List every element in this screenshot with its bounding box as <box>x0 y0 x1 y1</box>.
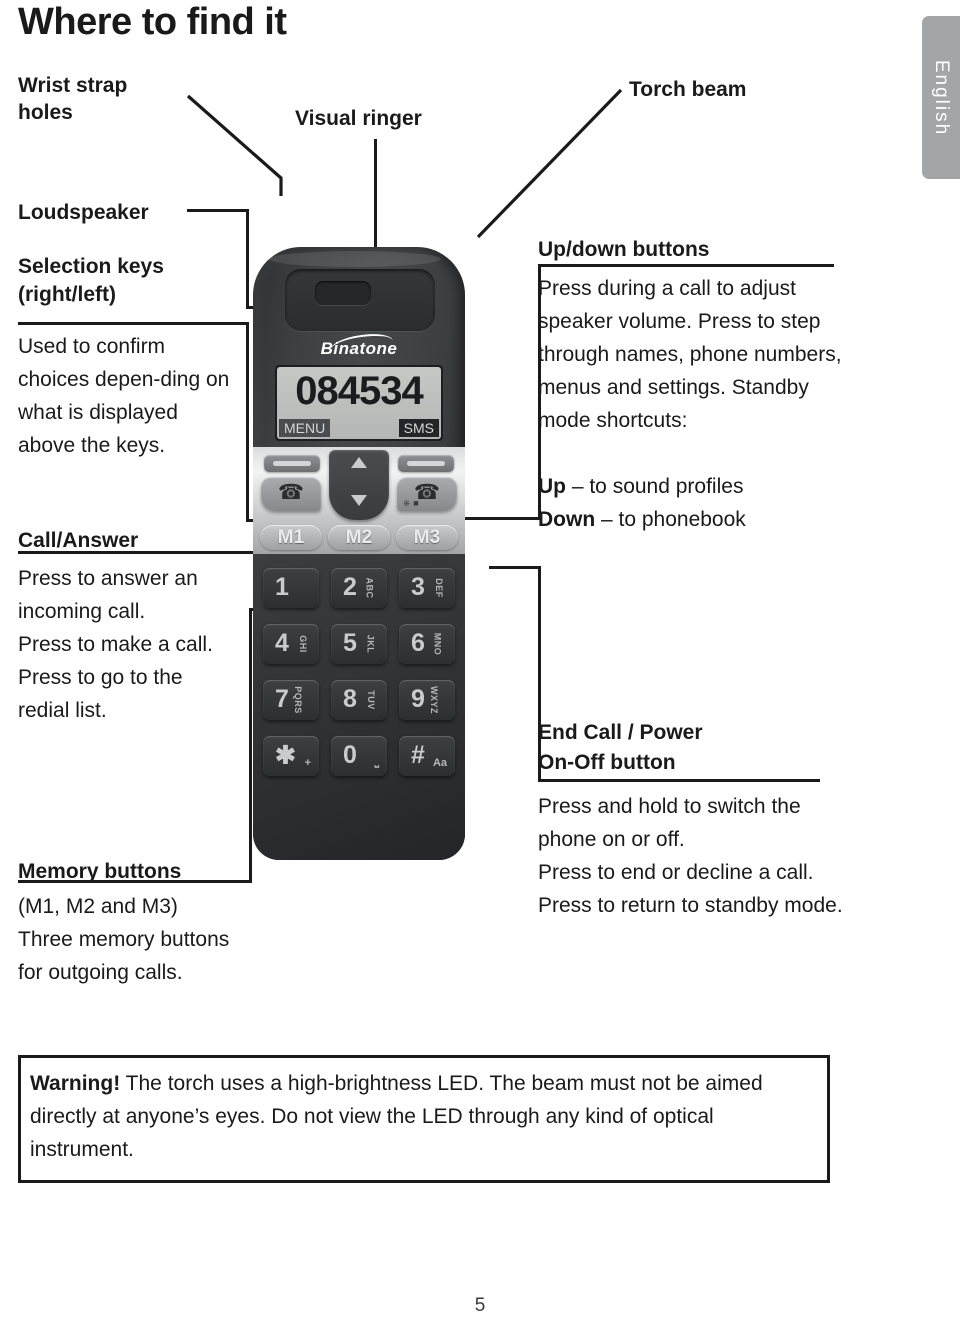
key-7: 7 PQRS <box>263 680 319 720</box>
memory-key-m1: M1 <box>260 525 322 550</box>
leader-line-loudspeaker-h <box>187 209 249 212</box>
key-1: 1 <box>263 568 319 608</box>
callout-endcall-title: End Call / Power On-Off button <box>538 721 703 774</box>
callout-updown-down: Down – to phonebook <box>538 503 746 536</box>
handset-icon: ☎ <box>277 481 305 505</box>
key-4: 4 GHI <box>263 624 319 664</box>
callout-updown-title: Up/down buttons <box>538 238 710 261</box>
right-selection-key <box>398 455 454 472</box>
updown-up-label: Up <box>538 475 566 498</box>
callout-selection-keys-body: Used to confirm choices depen-ding on wh… <box>18 335 230 457</box>
leader-line-endcall-h <box>489 566 541 569</box>
warning-text: Warning! The torch uses a high-brightnes… <box>30 1067 820 1166</box>
memory-key-m3: M3 <box>396 525 458 550</box>
memory-buttons-rule <box>200 880 252 883</box>
phone-illustration: Binatone 084534 MENU SMS ☎ ☎ ⎈■ M1 M2 M3… <box>253 247 465 860</box>
memory-key-m2: M2 <box>328 525 390 550</box>
callout-call-answer-body: Press to answer an incoming call. Press … <box>18 567 213 722</box>
key-0: 0 ⎵ <box>331 736 387 776</box>
key-hash: # Aa <box>399 736 455 776</box>
selection-keys-rule <box>18 322 248 325</box>
leader-line-selection-keys-v <box>246 322 249 522</box>
leader-line-loudspeaker-v <box>246 209 249 309</box>
key-5: 5 JKL <box>331 624 387 664</box>
left-selection-key <box>264 455 320 472</box>
updown-rule <box>538 264 834 267</box>
earpiece-slot <box>315 281 371 305</box>
leader-line-memory-v <box>249 608 252 882</box>
call-answer-key: ☎ <box>261 477 321 511</box>
callout-updown-body: Press during a call to adjust speaker vo… <box>538 277 842 432</box>
key-9: 9 WXYZ <box>399 680 455 720</box>
end-call-power-key: ☎ ⎈■ <box>397 477 457 511</box>
phone-top-highlight <box>269 251 441 267</box>
leader-line-updown-h <box>462 517 541 520</box>
screen-softkey-right-label: SMS <box>398 419 439 437</box>
memory-buttons-underline <box>18 880 202 883</box>
leader-line-endcall-v <box>538 566 541 781</box>
endcall-rule <box>538 779 820 782</box>
brand-logo: Binatone <box>253 339 465 359</box>
screen-softkey-left-label: MENU <box>279 419 331 437</box>
callout-loudspeaker: Loudspeaker <box>18 201 149 224</box>
key-3: 3 DEF <box>399 568 455 608</box>
warning-lead: Warning! <box>30 1072 121 1095</box>
callout-endcall-body: Press and hold to switch the phone on or… <box>538 795 843 917</box>
callout-memory-buttons-body: (M1, M2 and M3) Three memory buttons for… <box>18 895 230 984</box>
nav-down-arrow-icon <box>351 495 367 506</box>
key-2: 2 ABC <box>331 568 387 608</box>
phone-screen: 084534 MENU SMS <box>277 367 441 439</box>
callout-call-answer-title: Call/Answer <box>18 529 139 552</box>
updown-up-desc: – to sound profiles <box>566 475 744 498</box>
manual-page: Where to find it English Wrist strap hol… <box>0 0 960 1328</box>
warning-body: The torch uses a high-brightness LED. Th… <box>30 1072 763 1161</box>
nav-up-arrow-icon <box>351 457 367 468</box>
page-number: 5 <box>474 1295 486 1316</box>
power-symbol-icon: ⎈■ <box>403 498 422 508</box>
callout-updown-up: Up – to sound profiles <box>538 470 743 503</box>
callout-selection-keys-title: Selection keys (right/left) <box>18 255 164 306</box>
key-8: 8 TUV <box>331 680 387 720</box>
updown-down-desc: – to phonebook <box>595 508 746 531</box>
key-star: ✱ + <box>263 736 319 776</box>
number-keypad: 1 2 ABC 3 DEF 4 GHI 5 JKL 6 MNO 7 PQRS 8 TUV 9W… <box>253 554 465 860</box>
updown-down-label: Down <box>538 508 596 531</box>
key-6: 6 MNO <box>399 624 455 664</box>
screen-number: 084534 <box>295 369 423 413</box>
